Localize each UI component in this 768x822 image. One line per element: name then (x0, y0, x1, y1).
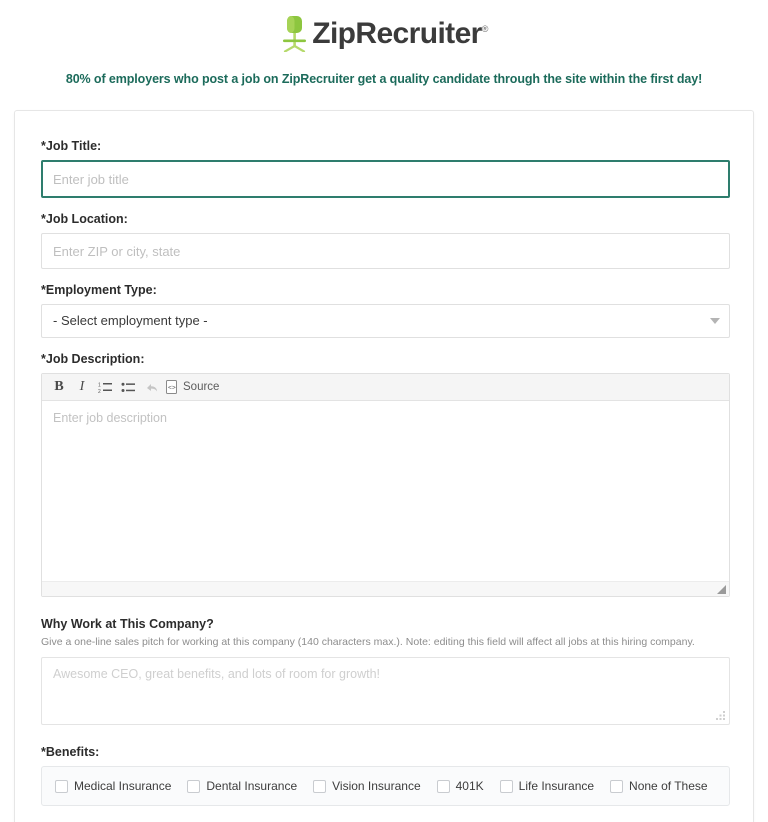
benefits-label: *Benefits: (41, 745, 100, 760)
benefit-label: 401K (455, 779, 484, 794)
benefit-label: Life Insurance (518, 779, 595, 794)
benefit-option-dental-insurance[interactable]: Dental Insurance (187, 779, 297, 793)
checkbox-icon[interactable] (187, 779, 201, 793)
site-header: ZipRecruiter® (0, 0, 768, 56)
why-work-textarea[interactable] (41, 657, 730, 726)
svg-text:1: 1 (98, 382, 101, 388)
benefit-label: Medical Insurance (74, 779, 172, 794)
employment-type-selected-value: - Select employment type - (41, 304, 730, 338)
svg-text:2: 2 (98, 389, 101, 394)
office-chair-icon (283, 16, 307, 52)
editor-footer (42, 581, 729, 596)
why-work-help-text: Give a one-line sales pitch for working … (41, 636, 695, 648)
employment-type-label: *Employment Type: (41, 283, 157, 297)
employment-type-field: *Employment Type: - Select employment ty… (41, 283, 730, 338)
promo-tagline: 80% of employers who post a job on ZipRe… (65, 72, 703, 86)
bulleted-list-icon[interactable] (117, 377, 139, 398)
job-description-field: *Job Description: B I 1 2 <> Source Ente… (41, 352, 730, 597)
checkbox-icon[interactable] (610, 779, 624, 793)
benefit-option-life-insurance[interactable]: Life Insurance (499, 779, 595, 794)
source-code-icon: <> (166, 380, 177, 394)
undo-icon[interactable] (140, 377, 162, 398)
benefit-option-medical-insurance[interactable]: Medical Insurance (55, 779, 171, 793)
benefit-option-none-of-these[interactable]: None of These (610, 779, 708, 793)
logo-trademark: ® (481, 24, 489, 34)
rich-text-editor: B I 1 2 <> Source Enter job description (41, 373, 730, 597)
job-title-field: *Job Title: (41, 139, 730, 198)
checkbox-icon[interactable] (313, 779, 327, 793)
checkbox-icon[interactable] (436, 779, 450, 793)
benefit-option-401k[interactable]: 401K (436, 779, 484, 794)
job-location-field: *Job Location: (41, 212, 730, 269)
resize-grip-icon[interactable] (717, 585, 726, 594)
benefit-label: Vision Insurance (332, 779, 421, 794)
italic-icon[interactable]: I (71, 377, 93, 398)
benefits-field: *Benefits: Medical Insurance Dental Insu… (41, 745, 730, 807)
job-title-input[interactable] (41, 160, 730, 198)
svg-text:<>: <> (168, 385, 176, 392)
job-description-input[interactable]: Enter job description (42, 401, 729, 581)
job-location-input[interactable] (41, 233, 730, 269)
editor-toolbar: B I 1 2 <> Source (42, 374, 729, 401)
logo-wordmark: ZipRecruiter® (312, 19, 488, 49)
logo-wordmark-text: ZipRecruiter (312, 17, 482, 50)
source-button-label: Source (183, 381, 220, 393)
bold-icon[interactable]: B (48, 377, 70, 398)
benefits-options: Medical Insurance Dental Insurance Visio… (41, 766, 730, 807)
job-form-card: *Job Title: *Job Location: *Employment T… (14, 110, 754, 822)
employment-type-select[interactable]: - Select employment type - (41, 304, 730, 338)
job-description-label: *Job Description: (41, 352, 145, 366)
job-description-placeholder: Enter job description (53, 411, 167, 425)
job-title-label: *Job Title: (41, 139, 102, 153)
job-posting-page: ZipRecruiter® 80% of employers who post … (0, 0, 768, 822)
benefit-label: Dental Insurance (206, 779, 298, 794)
why-work-section: Why Work at This Company? Give a one-lin… (41, 617, 730, 726)
checkbox-icon[interactable] (499, 779, 513, 793)
numbered-list-icon[interactable]: 1 2 (94, 377, 116, 398)
why-work-input-wrap (41, 657, 730, 726)
benefit-label: None of These (629, 779, 708, 794)
checkbox-icon[interactable] (55, 779, 68, 793)
benefit-option-vision-insurance[interactable]: Vision Insurance (313, 779, 421, 793)
source-button[interactable]: <> Source (163, 377, 224, 398)
job-location-label: *Job Location: (41, 212, 128, 226)
ziprecruiter-logo[interactable]: ZipRecruiter® (280, 14, 488, 52)
why-work-title: Why Work at This Company? (41, 617, 214, 631)
